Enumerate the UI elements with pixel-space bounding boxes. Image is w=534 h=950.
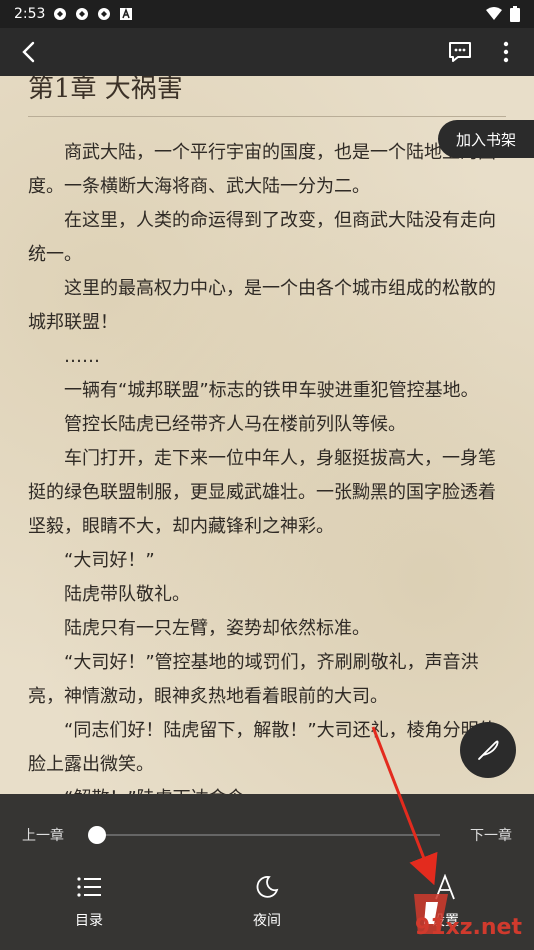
- status-left: 2:53: [14, 6, 133, 22]
- paragraph: 车门打开，走下来一位中年人，身躯挺拔高大，一身笔挺的绿色联盟制服，更显威武雄壮。…: [28, 448, 496, 537]
- toolbar-actions: [446, 38, 520, 66]
- chapter-title: 第1章 大祸害: [28, 76, 183, 104]
- more-button[interactable]: [492, 38, 520, 66]
- list-icon: [77, 877, 101, 897]
- more-vertical-icon: [503, 41, 509, 63]
- status-bar: 2:53: [0, 0, 534, 28]
- paragraph: “大司好！”: [64, 550, 155, 571]
- status-right: [486, 6, 520, 22]
- prev-chapter-button[interactable]: 上一章: [22, 825, 64, 845]
- title-divider: [28, 116, 506, 117]
- paragraph: “同志们好！陆虎留下，解散！”大司还礼，棱角分明的脸上露出微笑。: [28, 720, 497, 775]
- paragraph: “解散！”陆虎下达命令。: [28, 782, 506, 794]
- chapter-content: 商武大陆，一个平行宇宙的国度，也是一个陆地上的国度。一条横断大海将商、武大陆一分…: [28, 136, 506, 794]
- reading-page[interactable]: 第1章 大祸害 商武大陆，一个平行宇宙的国度，也是一个陆地上的国度。一条横断大海…: [0, 76, 534, 794]
- paragraph: 在这里，人类的命运得到了改变，但商武大陆没有走向统一。: [28, 210, 496, 265]
- night-label: 夜间: [253, 913, 281, 929]
- paragraph: 一辆有“城邦联盟”标志的铁甲车驶进重犯管控基地。: [64, 380, 479, 401]
- comment-icon: [449, 42, 471, 62]
- comment-button[interactable]: [446, 38, 474, 66]
- paragraph: 陆虎只有一只左臂，姿势却依然标准。: [64, 618, 370, 639]
- watermark-text: 91xz.net: [414, 915, 522, 940]
- paragraph: ……: [64, 346, 100, 367]
- night-mode-button[interactable]: 夜间: [222, 870, 312, 930]
- chapter-progress-row: 上一章 下一章: [0, 820, 534, 850]
- back-button[interactable]: [14, 38, 42, 66]
- catalog-label: 目录: [75, 913, 103, 929]
- app-notification-icon: [98, 8, 111, 20]
- moon-icon: [256, 876, 279, 898]
- next-chapter-button[interactable]: 下一章: [470, 825, 512, 845]
- progress-thumb[interactable]: [88, 826, 106, 844]
- night-icon-wrap: [222, 870, 312, 904]
- catalog-icon-wrap: [44, 870, 134, 904]
- app-notification-icon: [76, 8, 89, 20]
- back-arrow-icon: [22, 41, 35, 63]
- paragraph: 商武大陆，一个平行宇宙的国度，也是一个陆地上的国度。一条横断大海将商、武大陆一分…: [28, 142, 496, 197]
- progress-track[interactable]: [96, 834, 440, 836]
- battery-icon: [510, 6, 520, 22]
- feather-pen-icon: [478, 740, 499, 760]
- watermark-logo: 91xz.net: [408, 886, 528, 946]
- paragraph: “大司好！”管控基地的域罚们，齐刷刷敬礼，声音洪亮，神情激动，眼神炙热地看着眼前…: [28, 652, 479, 707]
- wifi-icon: [486, 7, 502, 20]
- status-time: 2:53: [14, 6, 46, 22]
- font-notification-icon: [120, 7, 133, 20]
- paragraph: 这里的最高权力中心，是一个由各个城市组成的松散的城邦联盟！: [28, 278, 496, 333]
- paragraph: 管控长陆虎已经带齐人马在楼前列队等候。: [64, 414, 406, 435]
- paragraph: 陆虎带队敬礼。: [64, 584, 190, 605]
- note-fab-button[interactable]: [460, 722, 516, 778]
- catalog-button[interactable]: 目录: [44, 870, 134, 930]
- app-notification-icon: [54, 8, 67, 20]
- add-to-bookshelf-button[interactable]: 加入书架: [437, 120, 534, 158]
- top-toolbar: [0, 28, 534, 76]
